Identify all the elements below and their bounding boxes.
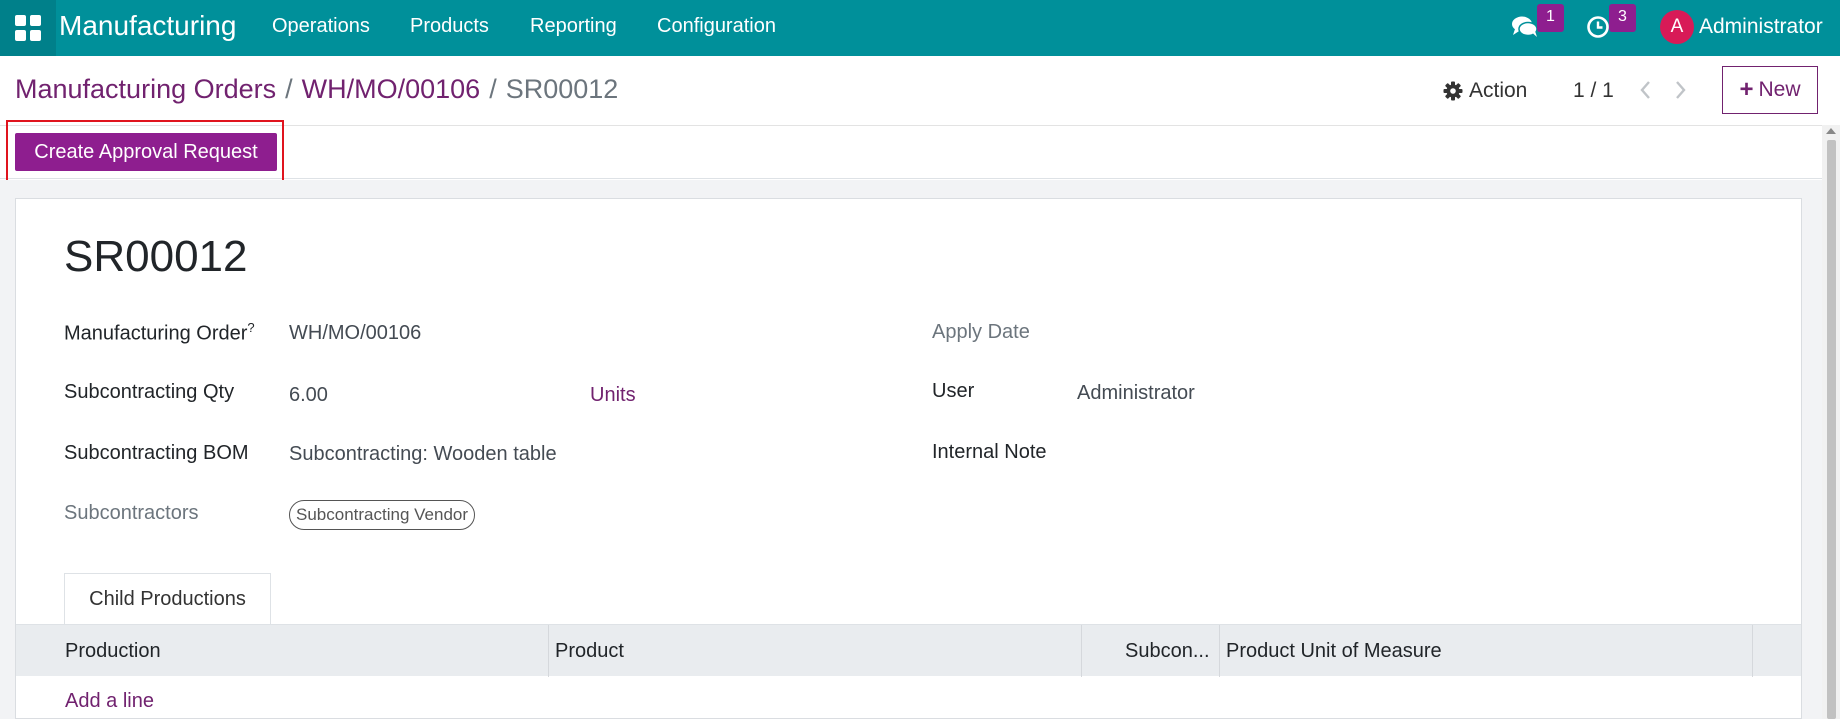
user-menu[interactable]: Administrator: [1699, 15, 1823, 39]
chevron-right-icon[interactable]: [1670, 78, 1690, 102]
activities-badge: 3: [1609, 4, 1636, 32]
chat-icon[interactable]: [1510, 12, 1540, 42]
messages-badge: 1: [1537, 4, 1564, 32]
menu-products[interactable]: Products: [410, 15, 489, 38]
subcontractors-label: Subcontractors: [64, 502, 199, 524]
scroll-up-arrow-icon[interactable]: [1826, 128, 1836, 134]
menu-reporting[interactable]: Reporting: [530, 15, 617, 38]
column-subcontracting[interactable]: Subcon...: [1125, 625, 1210, 677]
breadcrumb-current: SR00012: [505, 74, 619, 104]
add-a-line-link[interactable]: Add a line: [65, 690, 154, 713]
apps-grid-icon: [15, 15, 41, 41]
column-product[interactable]: Product: [555, 625, 624, 677]
internal-note-field[interactable]: [1077, 441, 1677, 467]
new-button[interactable]: + New: [1722, 66, 1818, 114]
subcontracting-qty-field[interactable]: 6.00: [289, 384, 328, 407]
help-tooltip-icon[interactable]: ?: [247, 320, 254, 335]
action-menu-button[interactable]: Action: [1443, 79, 1527, 103]
record-title: SR00012: [64, 232, 248, 281]
menu-operations[interactable]: Operations: [272, 15, 370, 38]
avatar[interactable]: A: [1660, 10, 1694, 44]
apps-menu-button[interactable]: [0, 0, 56, 56]
breadcrumb: Manufacturing Orders / WH/MO/00106 / SR00012: [15, 74, 618, 105]
chevron-left-icon[interactable]: [1636, 78, 1656, 102]
create-approval-request-button[interactable]: Create Approval Request: [15, 133, 277, 171]
manufacturing-order-field[interactable]: WH/MO/00106: [289, 322, 421, 345]
column-divider: [1752, 625, 1753, 677]
subcontracting-bom-label: Subcontracting BOM: [64, 442, 249, 464]
user-label: User: [932, 380, 975, 402]
subcontracting-bom-field[interactable]: Subcontracting: Wooden table: [289, 443, 557, 466]
breadcrumb-separator: /: [285, 74, 293, 104]
scrollbar-thumb[interactable]: [1827, 140, 1836, 719]
manufacturing-order-label-text: Manufacturing Order: [64, 322, 248, 345]
top-navbar: Manufacturing Operations Products Report…: [0, 0, 1840, 56]
uom-field[interactable]: Units: [590, 384, 636, 407]
breadcrumb-separator: /: [489, 74, 497, 104]
table-header: Production Product Subcon... Product Uni…: [16, 624, 1801, 677]
column-divider: [1081, 625, 1082, 677]
column-divider: [1219, 625, 1220, 677]
user-field[interactable]: Administrator: [1077, 382, 1195, 405]
column-production[interactable]: Production: [65, 625, 161, 677]
column-divider: [548, 625, 549, 677]
tab-child-productions[interactable]: Child Productions: [64, 573, 271, 625]
column-product-uom[interactable]: Product Unit of Measure: [1226, 625, 1442, 677]
breadcrumb-manufacturing-order[interactable]: WH/MO/00106: [302, 74, 481, 104]
apply-date-field[interactable]: [1077, 321, 1677, 347]
subcontractor-tag[interactable]: Subcontracting Vendor: [289, 500, 476, 530]
apply-date-label: Apply Date: [932, 321, 1030, 343]
gear-icon: [1443, 81, 1463, 101]
pager-value[interactable]: 1 / 1: [1573, 79, 1614, 103]
plus-icon: +: [1739, 76, 1754, 103]
new-button-label: New: [1758, 78, 1801, 101]
manufacturing-order-label: Manufacturing Order?: [64, 320, 255, 346]
internal-note-label: Internal Note: [932, 441, 1047, 463]
subcontracting-qty-label: Subcontracting Qty: [64, 381, 235, 403]
app-brand[interactable]: Manufacturing: [59, 10, 236, 42]
menu-configuration[interactable]: Configuration: [657, 15, 776, 38]
action-label: Action: [1469, 79, 1528, 102]
breadcrumb-manufacturing-orders[interactable]: Manufacturing Orders: [15, 74, 276, 104]
